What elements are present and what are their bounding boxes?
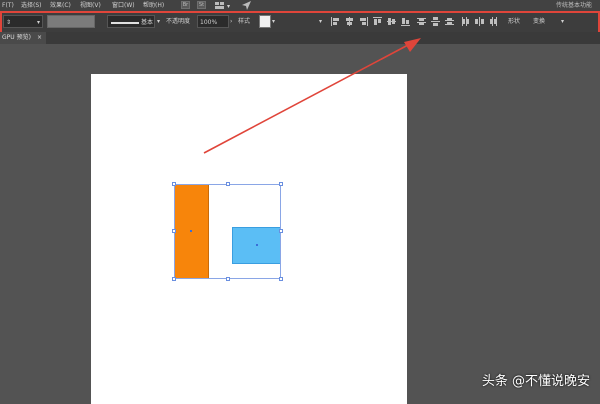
watermark: 头条 @不懂说晚安 (481, 374, 590, 389)
annotation-arrow (203, 38, 421, 154)
